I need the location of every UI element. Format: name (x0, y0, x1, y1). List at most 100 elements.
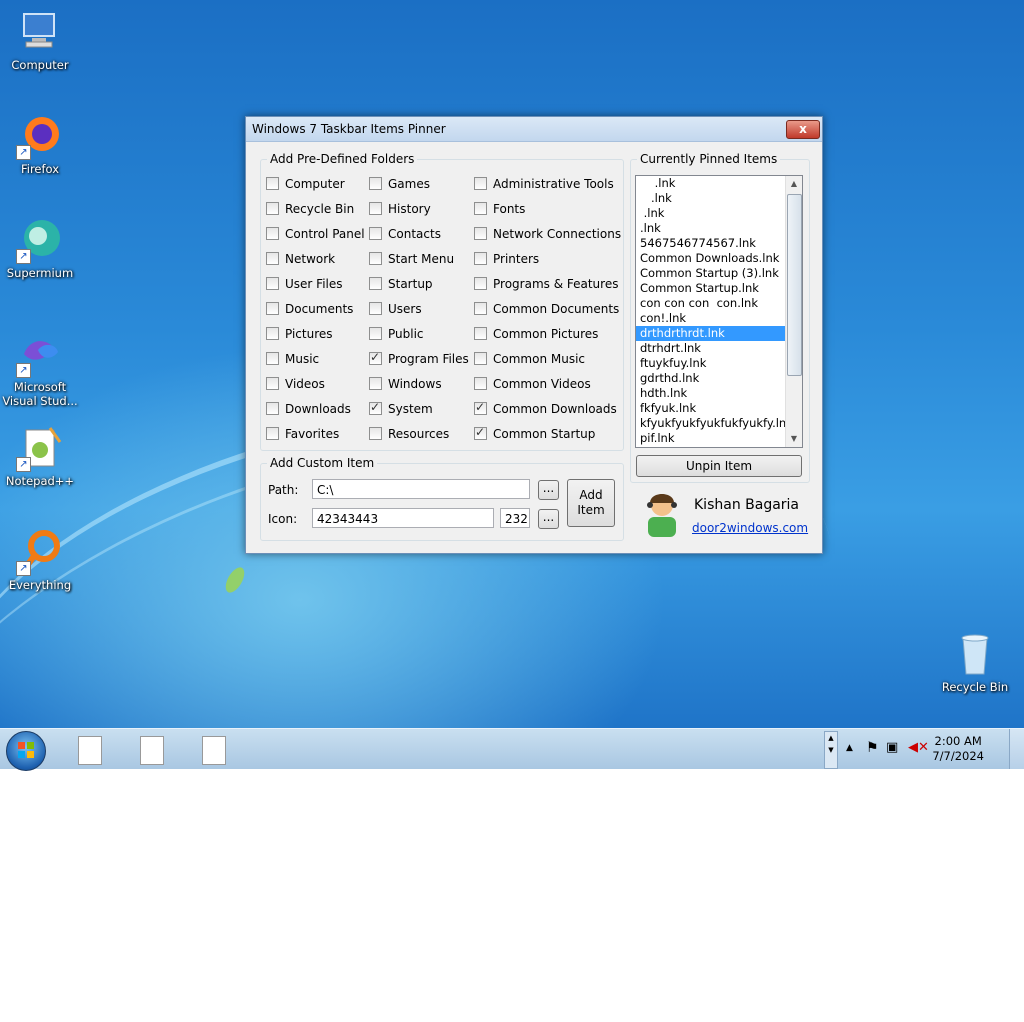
pinned-list-item[interactable]: Common Downloads.lnk (636, 251, 802, 266)
checkbox-box[interactable] (369, 302, 382, 315)
pinned-list-scrollbar[interactable]: ▲ ▼ (785, 176, 802, 447)
checkbox-pictures[interactable]: Pictures (266, 327, 333, 341)
pinned-list-item[interactable]: .lnk (636, 206, 802, 221)
pinned-list-item[interactable]: gdrthd.lnk (636, 371, 802, 386)
desktop-icon-supermium[interactable]: ↗ Supermium (0, 216, 80, 280)
close-button[interactable]: x (786, 120, 820, 139)
checkbox-box[interactable] (369, 427, 382, 440)
checkbox-box[interactable] (474, 425, 487, 440)
volume-muted-icon[interactable]: ◀✕ (908, 740, 929, 755)
icon-index-input[interactable]: 232 (500, 508, 530, 528)
checkbox-downloads[interactable]: Downloads (266, 402, 351, 416)
checkbox-box[interactable] (369, 327, 382, 340)
checkbox-box[interactable] (369, 202, 382, 215)
checkbox-box[interactable] (474, 177, 487, 190)
checkbox-fonts[interactable]: Fonts (474, 202, 525, 216)
checkbox-box[interactable] (266, 352, 279, 365)
checkbox-box[interactable] (474, 252, 487, 265)
desktop-icon-everything[interactable]: ↗ Everything (0, 528, 80, 592)
browse-path-button[interactable]: ... (538, 480, 559, 500)
network-icon[interactable]: ▣ (886, 740, 898, 755)
checkbox-box[interactable] (369, 277, 382, 290)
checkbox-box[interactable] (266, 302, 279, 315)
checkbox-box[interactable] (474, 400, 487, 415)
desktop-icon-recycle-bin[interactable]: Recycle Bin (935, 630, 1015, 694)
pinned-list-item[interactable]: hdth.lnk (636, 386, 802, 401)
taskbar-document-icon[interactable] (140, 736, 164, 765)
clock[interactable]: 2:00 AM 7/7/2024 (932, 734, 984, 764)
pinned-list-item[interactable]: pif.lnk (636, 431, 802, 446)
show-desktop-button[interactable] (1009, 729, 1024, 769)
checkbox-music[interactable]: Music (266, 352, 319, 366)
taskbar-document-icon[interactable] (78, 736, 102, 765)
browse-icon-button[interactable]: ... (538, 509, 559, 529)
checkbox-box[interactable] (266, 327, 279, 340)
desktop-icon-notepadpp[interactable]: ↗ Notepad++ (0, 424, 80, 488)
icon-input[interactable]: 42343443 (312, 508, 494, 528)
checkbox-box[interactable] (266, 277, 279, 290)
checkbox-box[interactable] (369, 350, 382, 365)
checkbox-common-music[interactable]: Common Music (474, 352, 585, 366)
checkbox-box[interactable] (266, 252, 279, 265)
checkbox-common-startup[interactable]: Common Startup (474, 425, 595, 441)
checkbox-box[interactable] (266, 377, 279, 390)
checkbox-favorites[interactable]: Favorites (266, 427, 339, 441)
checkbox-system[interactable]: System (369, 400, 433, 416)
checkbox-history[interactable]: History (369, 202, 431, 216)
checkbox-program-files[interactable]: Program Files (369, 350, 469, 366)
checkbox-recycle-bin[interactable]: Recycle Bin (266, 202, 354, 216)
checkbox-public[interactable]: Public (369, 327, 424, 341)
unpin-item-button[interactable]: Unpin Item (636, 455, 802, 477)
checkbox-box[interactable] (474, 327, 487, 340)
pinned-list-item[interactable]: Common Startup.lnk (636, 281, 802, 296)
desktop-icon-visual-studio[interactable]: ↗ Microsoft Visual Stud... (0, 330, 80, 408)
checkbox-users[interactable]: Users (369, 302, 422, 316)
pinned-list-item[interactable]: fkfyuk.lnk (636, 401, 802, 416)
checkbox-box[interactable] (474, 352, 487, 365)
pinned-list-item[interactable]: .lnk (636, 221, 802, 236)
window-titlebar[interactable]: Windows 7 Taskbar Items Pinner x (246, 117, 822, 142)
scroll-down-icon[interactable]: ▼ (786, 431, 802, 447)
pinned-list-item[interactable]: .lnk (636, 176, 802, 191)
checkbox-box[interactable] (474, 377, 487, 390)
pinned-list-item[interactable]: .lnk (636, 191, 802, 206)
checkbox-box[interactable] (266, 202, 279, 215)
checkbox-windows[interactable]: Windows (369, 377, 442, 391)
checkbox-computer[interactable]: Computer (266, 177, 345, 191)
scroll-thumb[interactable] (787, 194, 802, 376)
checkbox-network-connections[interactable]: Network Connections (474, 227, 621, 241)
checkbox-documents[interactable]: Documents (266, 302, 353, 316)
checkbox-start-menu[interactable]: Start Menu (369, 252, 454, 266)
pinned-list-item[interactable]: ftuykfuy.lnk (636, 356, 802, 371)
checkbox-resources[interactable]: Resources (369, 427, 449, 441)
checkbox-box[interactable] (369, 252, 382, 265)
show-hidden-icons-icon[interactable]: ▲ (846, 743, 853, 753)
checkbox-box[interactable] (474, 227, 487, 240)
checkbox-box[interactable] (369, 177, 382, 190)
checkbox-box[interactable] (266, 177, 279, 190)
add-item-button[interactable]: Add Item (567, 479, 615, 527)
checkbox-box[interactable] (369, 400, 382, 415)
pinned-items-list[interactable]: .lnk .lnk .lnk .lnk 5467546774567.lnk Commo… (635, 175, 803, 448)
checkbox-printers[interactable]: Printers (474, 252, 539, 266)
checkbox-administrative-tools[interactable]: Administrative Tools (474, 177, 614, 191)
checkbox-box[interactable] (369, 227, 382, 240)
checkbox-box[interactable] (266, 402, 279, 415)
pinned-list-item[interactable]: dtrhdrt.lnk (636, 341, 802, 356)
checkbox-box[interactable] (474, 302, 487, 315)
checkbox-box[interactable] (266, 427, 279, 440)
checkbox-games[interactable]: Games (369, 177, 430, 191)
desktop-icon-computer[interactable]: Computer (0, 8, 80, 72)
checkbox-box[interactable] (474, 277, 487, 290)
checkbox-user-files[interactable]: User Files (266, 277, 343, 291)
checkbox-common-videos[interactable]: Common Videos (474, 377, 591, 391)
checkbox-common-downloads[interactable]: Common Downloads (474, 400, 617, 416)
start-button[interactable] (6, 731, 46, 771)
scroll-up-icon[interactable]: ▲ (786, 176, 802, 192)
pinned-list-item[interactable]: 5467546774567.lnk (636, 236, 802, 251)
checkbox-common-documents[interactable]: Common Documents (474, 302, 619, 316)
checkbox-common-pictures[interactable]: Common Pictures (474, 327, 598, 341)
pinned-list-item[interactable]: Common Startup (3).lnk (636, 266, 802, 281)
checkbox-control-panel[interactable]: Control Panel (266, 227, 365, 241)
checkbox-box[interactable] (266, 227, 279, 240)
